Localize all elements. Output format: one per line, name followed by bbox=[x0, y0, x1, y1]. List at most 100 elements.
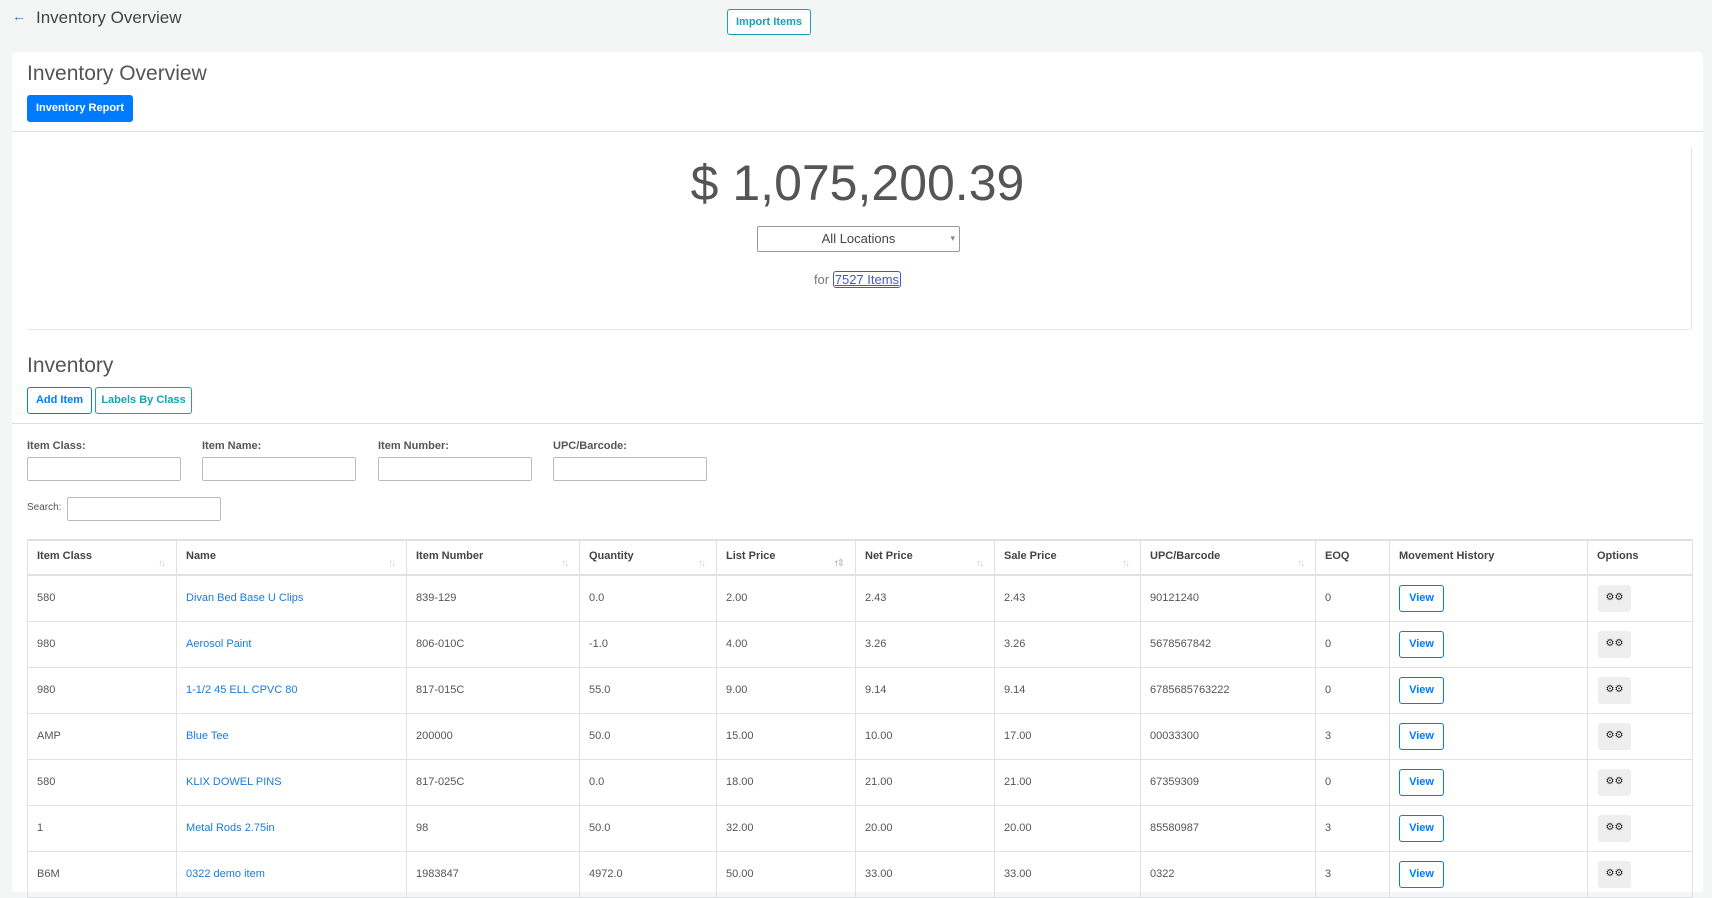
cell-options: ⚙⚙ bbox=[1587, 850, 1693, 898]
cell-net-price: 9.14 bbox=[855, 666, 995, 714]
column-header-item-number[interactable]: Item Number ↑↓ bbox=[406, 539, 580, 576]
column-header-upc[interactable]: UPC/Barcode ↑↓ bbox=[1140, 539, 1316, 576]
item-name-input[interactable] bbox=[202, 457, 356, 481]
item-name-link[interactable]: 1-1/2 45 ELL CPVC 80 bbox=[186, 684, 298, 696]
cell-quantity: 0.0 bbox=[579, 758, 717, 806]
sort-icon: ↑↓ bbox=[1297, 558, 1305, 569]
cell-name: 1-1/2 45 ELL CPVC 80 bbox=[176, 666, 407, 714]
options-button[interactable]: ⚙⚙ bbox=[1598, 860, 1631, 888]
import-items-button[interactable]: Import Items bbox=[727, 9, 811, 35]
options-button[interactable]: ⚙⚙ bbox=[1598, 676, 1631, 704]
cell-options: ⚙⚙ bbox=[1587, 620, 1693, 668]
arrow-left-icon[interactable]: ← bbox=[12, 8, 26, 24]
cell-name: KLIX DOWEL PINS bbox=[176, 758, 407, 806]
options-button[interactable]: ⚙⚙ bbox=[1598, 768, 1631, 796]
cell-item-class: B6M bbox=[27, 850, 177, 898]
cell-name: Aerosol Paint bbox=[176, 620, 407, 668]
cell-upc: 90121240 bbox=[1140, 574, 1316, 622]
cell-quantity: 55.0 bbox=[579, 666, 717, 714]
cell-net-price: 2.43 bbox=[855, 574, 995, 622]
column-header-name[interactable]: Name ↑↓ bbox=[176, 539, 407, 576]
cell-net-price: 21.00 bbox=[855, 758, 995, 806]
cell-quantity: -1.0 bbox=[579, 620, 717, 668]
items-count-link[interactable]: 7527 Items bbox=[832, 271, 902, 288]
options-button[interactable]: ⚙⚙ bbox=[1598, 584, 1631, 612]
inventory-card: Inventory Overview Inventory Report $ 1,… bbox=[12, 52, 1703, 898]
item-name-link[interactable]: Aerosol Paint bbox=[186, 638, 251, 650]
cell-upc: 5678567842 bbox=[1140, 620, 1316, 668]
table-row: 980 Aerosol Paint 806-010C -1.0 4.00 3.26 3.26… bbox=[27, 620, 1693, 668]
top-bar: ← Inventory Overview Import Items bbox=[0, 0, 1712, 46]
cell-net-price: 3.26 bbox=[855, 620, 995, 668]
cell-item-class: 980 bbox=[27, 666, 177, 714]
inventory-table: Item Class ↑↓ Name ↑↓ Item Number ↑↓ Quanti… bbox=[27, 539, 1693, 898]
cell-item-number: 98 bbox=[406, 804, 580, 852]
column-header-item-class[interactable]: Item Class ↑↓ bbox=[27, 539, 177, 576]
cell-net-price: 10.00 bbox=[855, 712, 995, 760]
sort-ascending-icon: ↑⇕ bbox=[833, 558, 845, 569]
item-name-link[interactable]: Metal Rods 2.75in bbox=[186, 822, 275, 834]
gears-icon: ⚙⚙ bbox=[1605, 729, 1624, 741]
column-header-sale-price[interactable]: Sale Price ↑↓ bbox=[994, 539, 1141, 576]
cell-upc: 00033300 bbox=[1140, 712, 1316, 760]
cell-sale-price: 33.00 bbox=[994, 850, 1141, 898]
cell-upc: 85580987 bbox=[1140, 804, 1316, 852]
cell-item-number: 1983847 bbox=[406, 850, 580, 898]
column-header-options: Options bbox=[1587, 539, 1693, 576]
column-header-quantity[interactable]: Quantity ↑↓ bbox=[579, 539, 717, 576]
cell-movement-history: View bbox=[1389, 804, 1588, 852]
add-item-button[interactable]: Add Item bbox=[27, 387, 92, 414]
cell-options: ⚙⚙ bbox=[1587, 666, 1693, 714]
table-row: 1 Metal Rods 2.75in 98 50.0 32.00 20.00 20.00 8… bbox=[27, 804, 1693, 852]
cell-net-price: 33.00 bbox=[855, 850, 995, 898]
cell-list-price: 15.00 bbox=[716, 712, 856, 760]
cell-item-number: 839-129 bbox=[406, 574, 580, 622]
cell-name: Blue Tee bbox=[176, 712, 407, 760]
upc-input[interactable] bbox=[553, 457, 707, 481]
table-row: 980 1-1/2 45 ELL CPVC 80 817-015C 55.0 9.00 9… bbox=[27, 666, 1693, 714]
view-movement-history-button[interactable]: View bbox=[1399, 814, 1444, 842]
cell-movement-history: View bbox=[1389, 758, 1588, 806]
options-button[interactable]: ⚙⚙ bbox=[1598, 814, 1631, 842]
column-header-movement-history: Movement History bbox=[1389, 539, 1588, 576]
location-select[interactable]: All Locations ▾ bbox=[757, 226, 960, 252]
item-number-input[interactable] bbox=[378, 457, 532, 481]
column-header-eoq: EOQ bbox=[1315, 539, 1390, 576]
cell-list-price: 18.00 bbox=[716, 758, 856, 806]
inventory-report-button[interactable]: Inventory Report bbox=[27, 95, 133, 122]
options-button[interactable]: ⚙⚙ bbox=[1598, 722, 1631, 750]
search-input[interactable] bbox=[67, 497, 221, 521]
item-class-input[interactable] bbox=[27, 457, 181, 481]
view-movement-history-button[interactable]: View bbox=[1399, 860, 1444, 888]
cell-quantity: 4972.0 bbox=[579, 850, 717, 898]
item-name-link[interactable]: KLIX DOWEL PINS bbox=[186, 776, 282, 788]
item-name-link[interactable]: 0322 demo item bbox=[186, 868, 265, 880]
cell-item-class: AMP bbox=[27, 712, 177, 760]
view-movement-history-button[interactable]: View bbox=[1399, 676, 1444, 704]
cell-name: Divan Bed Base U Clips bbox=[176, 574, 407, 622]
item-name-link[interactable]: Blue Tee bbox=[186, 730, 229, 742]
gears-icon: ⚙⚙ bbox=[1605, 591, 1624, 603]
column-header-list-price[interactable]: List Price ↑⇕ bbox=[716, 539, 856, 576]
options-button[interactable]: ⚙⚙ bbox=[1598, 630, 1631, 658]
cell-eoq: 3 bbox=[1315, 850, 1390, 898]
gears-icon: ⚙⚙ bbox=[1605, 683, 1624, 695]
view-movement-history-button[interactable]: View bbox=[1399, 584, 1444, 612]
item-name-label: Item Name: bbox=[202, 440, 262, 452]
column-header-net-price[interactable]: Net Price ↑↓ bbox=[855, 539, 995, 576]
cell-sale-price: 21.00 bbox=[994, 758, 1141, 806]
cell-quantity: 0.0 bbox=[579, 574, 717, 622]
labels-by-class-button[interactable]: Labels By Class bbox=[95, 387, 192, 414]
cell-eoq: 3 bbox=[1315, 712, 1390, 760]
scrollbar[interactable] bbox=[1703, 0, 1712, 883]
view-movement-history-button[interactable]: View bbox=[1399, 768, 1444, 796]
view-movement-history-button[interactable]: View bbox=[1399, 722, 1444, 750]
cell-eoq: 0 bbox=[1315, 620, 1390, 668]
table-row: 580 KLIX DOWEL PINS 817-025C 0.0 18.00 21.00 2… bbox=[27, 758, 1693, 806]
gears-icon: ⚙⚙ bbox=[1605, 821, 1624, 833]
cell-item-class: 580 bbox=[27, 574, 177, 622]
item-name-link[interactable]: Divan Bed Base U Clips bbox=[186, 592, 303, 604]
cell-item-number: 200000 bbox=[406, 712, 580, 760]
view-movement-history-button[interactable]: View bbox=[1399, 630, 1444, 658]
cell-movement-history: View bbox=[1389, 850, 1588, 898]
